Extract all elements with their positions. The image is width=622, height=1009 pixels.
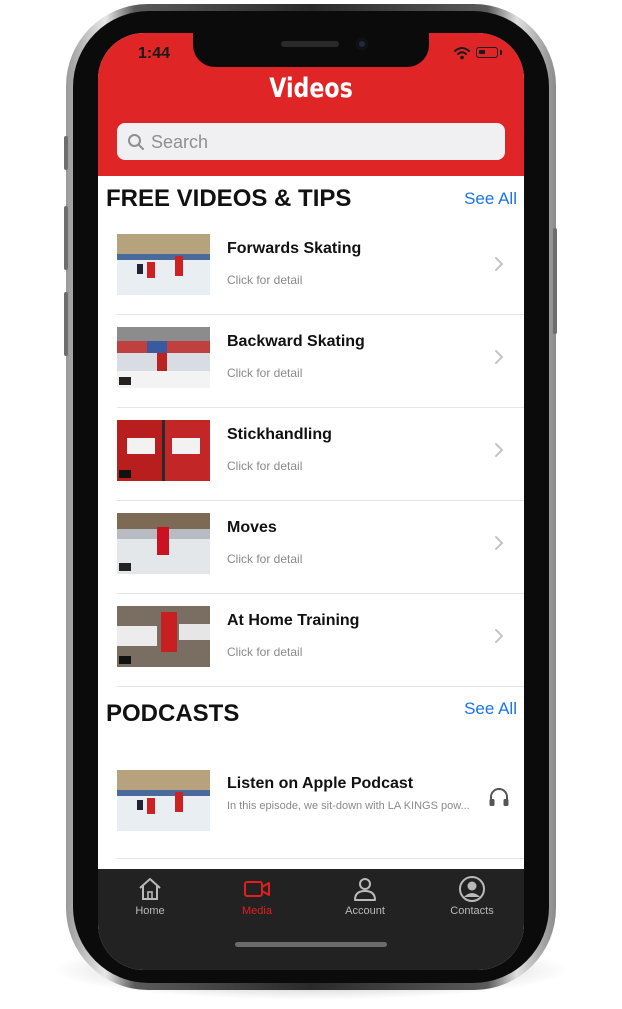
status-icons (454, 46, 508, 60)
wifi-icon (454, 47, 470, 60)
earpiece-speaker (281, 41, 339, 47)
volume-down-button (64, 292, 68, 356)
tab-label: Home (135, 905, 165, 917)
podcast-thumbnail (117, 770, 210, 831)
video-item-backward-skating[interactable]: Backward Skating Click for detail (117, 316, 524, 408)
search-icon (128, 134, 144, 150)
notch (193, 33, 429, 67)
video-thumbnail (117, 513, 210, 574)
list-item-subtitle: Click for detail (227, 273, 303, 287)
list-item-title: Stickhandling (227, 426, 332, 443)
list-item-title: At Home Training (227, 612, 360, 629)
account-circle-icon (459, 876, 485, 902)
home-icon (139, 878, 161, 900)
video-item-stickhandling[interactable]: Stickhandling Click for detail (117, 409, 524, 501)
video-item-forwards-skating[interactable]: Forwards Skating Click for detail (117, 223, 524, 315)
free-videos-title: FREE VIDEOS & TIPS (106, 185, 352, 212)
app-screen: 1:44 Videos FREE VIDEOS & TIPS See All (98, 33, 524, 970)
video-item-moves[interactable]: Moves Click for detail (117, 502, 524, 594)
chevron-right-icon (495, 257, 504, 271)
list-item-subtitle: Click for detail (227, 552, 303, 566)
podcast-title: Listen on Apple Podcast (227, 775, 414, 792)
podcasts-title: PODCASTS (106, 700, 240, 727)
podcast-description: In this episode, we sit-down with LA KIN… (227, 800, 470, 812)
tab-account[interactable]: Account (325, 875, 405, 917)
mute-switch (64, 136, 68, 170)
battery-icon (476, 47, 498, 58)
list-item-subtitle: Click for detail (227, 366, 303, 380)
video-camera-icon (244, 881, 270, 897)
list-item-title: Moves (227, 519, 277, 536)
tab-media[interactable]: Media (217, 875, 297, 917)
power-button (553, 228, 557, 334)
free-videos-see-all-link[interactable]: See All (464, 189, 517, 209)
search-input[interactable] (149, 123, 493, 162)
list-item-title: Forwards Skating (227, 240, 362, 257)
search-bar[interactable] (117, 123, 505, 162)
video-thumbnail (117, 606, 210, 667)
page-title: Videos (269, 73, 353, 104)
list-item-subtitle: Click for detail (227, 459, 303, 473)
tab-label: Media (242, 905, 272, 917)
chevron-right-icon (495, 536, 504, 550)
video-thumbnail (117, 420, 210, 481)
status-time: 1:44 (138, 45, 171, 62)
headphones-icon[interactable] (488, 787, 510, 807)
tab-label: Account (345, 905, 385, 917)
tab-bar: Home Media Account Contacts (98, 869, 524, 970)
podcasts-see-all-link[interactable]: See All (464, 699, 517, 719)
list-item-title: Backward Skating (227, 333, 365, 350)
home-indicator (235, 942, 387, 947)
list-item-subtitle: Click for detail (227, 645, 303, 659)
video-item-at-home-training[interactable]: At Home Training Click for detail (117, 595, 524, 687)
video-thumbnail (117, 327, 210, 388)
podcast-item[interactable]: Listen on Apple Podcast In this episode,… (117, 763, 524, 859)
tab-home[interactable]: Home (110, 875, 190, 917)
chevron-right-icon (495, 443, 504, 457)
tab-contacts[interactable]: Contacts (432, 875, 512, 917)
chevron-right-icon (495, 629, 504, 643)
video-thumbnail (117, 234, 210, 295)
front-camera (356, 38, 368, 50)
volume-up-button (64, 206, 68, 270)
tab-label: Contacts (450, 905, 494, 917)
chevron-right-icon (495, 350, 504, 364)
person-icon (354, 878, 376, 901)
